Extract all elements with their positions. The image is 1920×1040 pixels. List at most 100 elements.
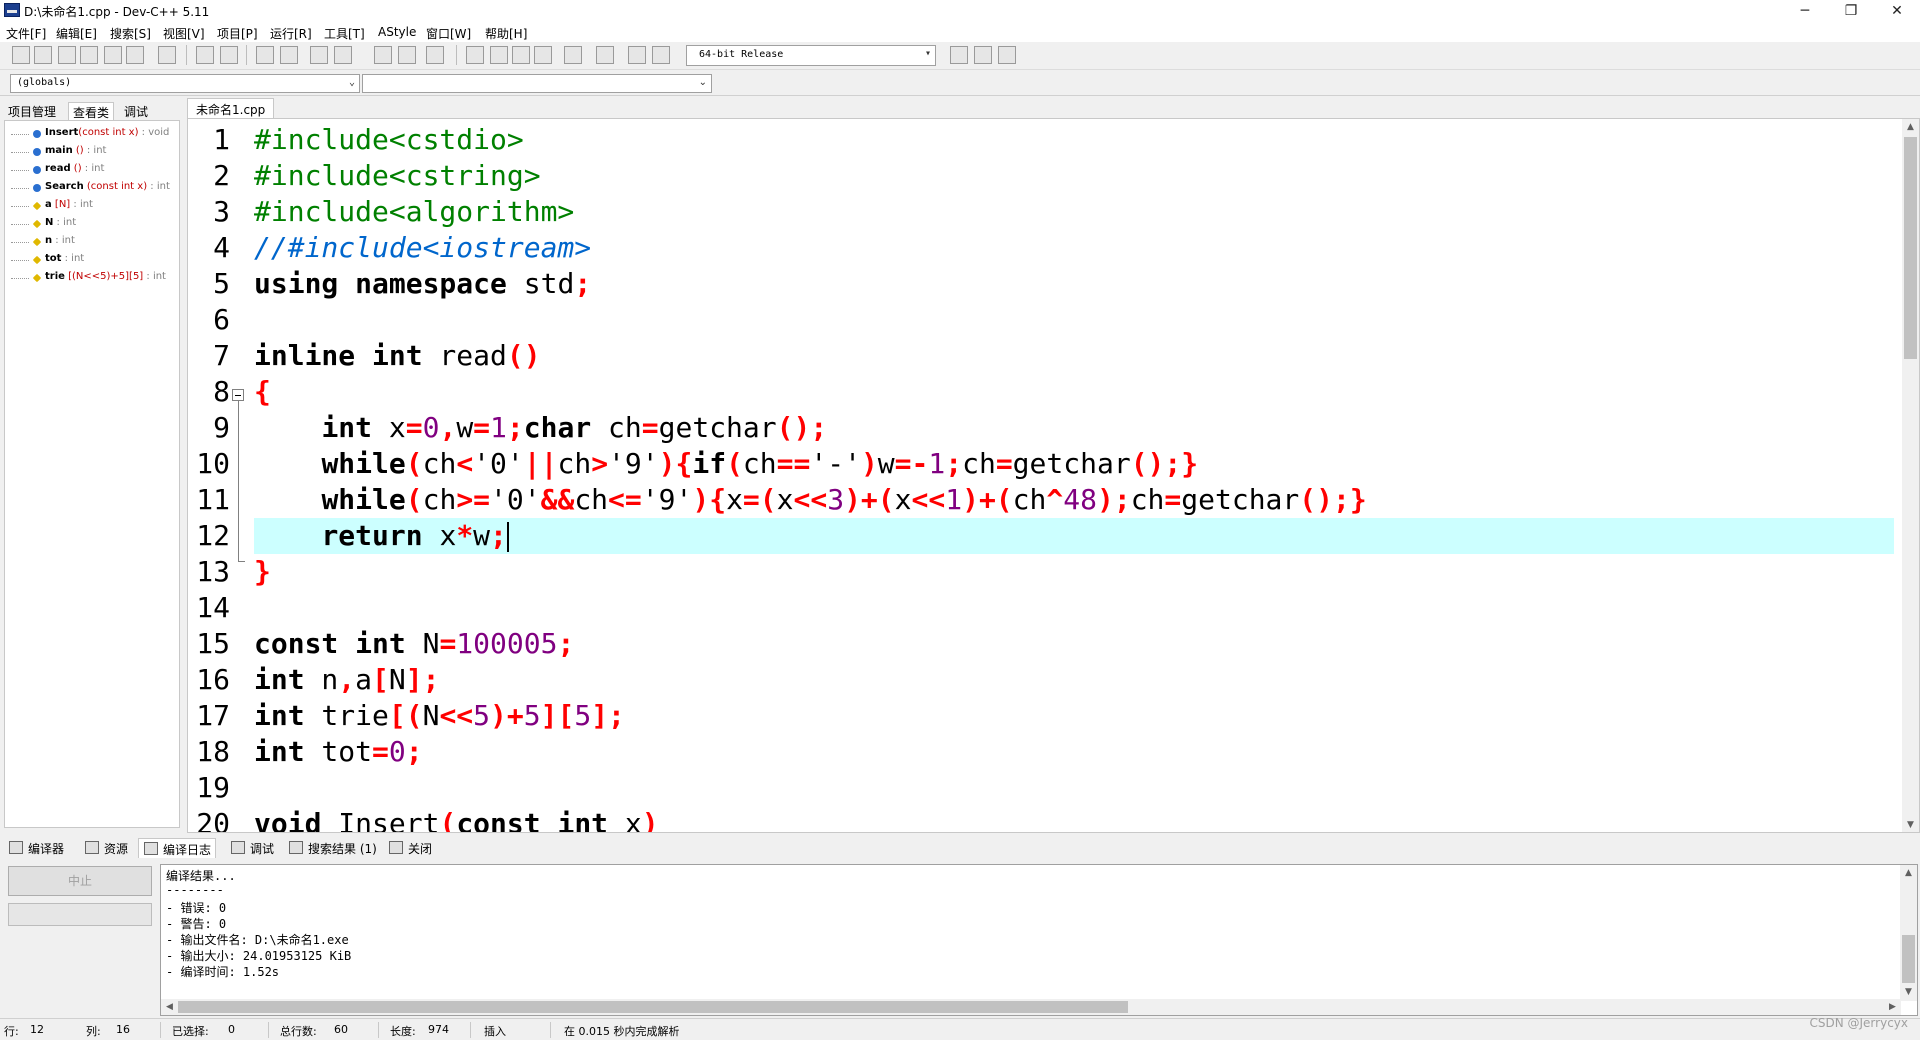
- tab-debug[interactable]: 调试: [120, 102, 152, 120]
- code-token: ){: [692, 483, 727, 516]
- code-line[interactable]: int n,a[N];: [254, 662, 1894, 698]
- scroll-down-icon[interactable]: ▼: [1902, 817, 1919, 832]
- profile-icon[interactable]: [628, 46, 646, 64]
- code-line[interactable]: }: [254, 554, 1894, 590]
- bookmark-icon[interactable]: [998, 46, 1016, 64]
- scroll-up-icon[interactable]: ▲: [1902, 119, 1919, 136]
- code-line[interactable]: using namespace std;: [254, 266, 1894, 302]
- code-token: =: [372, 735, 389, 768]
- bottom-tab[interactable]: 关闭: [384, 838, 436, 858]
- tab-project-manager[interactable]: 项目管理: [4, 102, 60, 120]
- code-token: x: [894, 483, 912, 516]
- tree-line: [11, 278, 29, 279]
- code-line[interactable]: #include<cstring>: [254, 158, 1894, 194]
- find-icon[interactable]: [256, 46, 274, 64]
- function-icon: [33, 166, 41, 174]
- save-icon[interactable]: [58, 46, 76, 64]
- goto-line-icon[interactable]: [334, 46, 352, 64]
- close-file-icon[interactable]: [104, 46, 122, 64]
- print-icon[interactable]: [158, 46, 176, 64]
- find-next-icon[interactable]: [310, 46, 328, 64]
- code-line[interactable]: while(ch<'0'||ch>'9'){if(ch=='-')w=-1;ch…: [254, 446, 1894, 482]
- code-line[interactable]: {: [254, 374, 1894, 410]
- toggle-comment-icon[interactable]: [426, 46, 444, 64]
- code-token: n: [304, 663, 339, 696]
- undo-icon[interactable]: [196, 46, 214, 64]
- bottom-tab[interactable]: 编译器: [4, 838, 68, 858]
- compile-run-icon[interactable]: [512, 46, 530, 64]
- code-line[interactable]: //#include<iostream>: [254, 230, 1894, 266]
- bottom-tab[interactable]: 编译日志: [138, 838, 217, 858]
- minimize-button[interactable]: ─: [1782, 0, 1828, 22]
- member-select[interactable]: ⌄: [362, 74, 712, 93]
- status-separator: [470, 1022, 471, 1038]
- goto-previous-page-icon[interactable]: [950, 46, 968, 64]
- close-all-icon[interactable]: [126, 46, 144, 64]
- tab-class-view[interactable]: 查看类: [68, 102, 115, 120]
- compile-icon[interactable]: [466, 46, 484, 64]
- scroll-down-icon[interactable]: ▼: [1900, 984, 1917, 1001]
- unindent-icon[interactable]: [398, 46, 416, 64]
- code-token: ][: [540, 699, 575, 732]
- editor-scroll-thumb[interactable]: [1904, 137, 1917, 359]
- menu-astyle[interactable]: AStyle: [378, 25, 416, 39]
- menu-tools[interactable]: 工具[T]: [324, 25, 365, 42]
- log-scroll-thumb[interactable]: [1902, 935, 1915, 983]
- menu-project[interactable]: 项目[P]: [217, 25, 258, 42]
- log-hscroll-thumb[interactable]: [178, 1001, 1128, 1013]
- abort-compile-button[interactable]: 中止: [8, 866, 152, 896]
- menu-run[interactable]: 运行[R]: [270, 25, 312, 42]
- goto-next-page-icon[interactable]: [974, 46, 992, 64]
- menu-edit[interactable]: 编辑[E]: [56, 25, 97, 42]
- menu-file[interactable]: 文件[F]: [6, 25, 46, 42]
- code-editor[interactable]: 1 2 3 4 5 6 7 8 9 10 11 12 13 14 15 16 17 18 19 20 #include…: [187, 118, 1920, 833]
- code-line[interactable]: int tot=0;: [254, 734, 1894, 770]
- scroll-right-icon[interactable]: ▶: [1884, 999, 1901, 1016]
- code-line[interactable]: [254, 590, 1894, 626]
- menu-search[interactable]: 搜索[S]: [110, 25, 151, 42]
- bottom-tab[interactable]: 调试: [226, 838, 278, 858]
- code-line[interactable]: [254, 302, 1894, 338]
- code-line[interactable]: int trie[(N<<5)+5][5];: [254, 698, 1894, 734]
- code-line[interactable]: #include<algorithm>: [254, 194, 1894, 230]
- code-line[interactable]: inline int read(): [254, 338, 1894, 374]
- replace-icon[interactable]: [280, 46, 298, 64]
- new-file-icon[interactable]: [12, 46, 30, 64]
- code-line[interactable]: #include<cstdio>: [254, 122, 1894, 158]
- editor-file-tab[interactable]: 未命名1.cpp: [187, 98, 275, 118]
- close-window-button[interactable]: ✕: [1874, 0, 1920, 22]
- code-area[interactable]: #include<cstdio> #include<cstring> #includ…: [254, 119, 1894, 832]
- log-vertical-scrollbar[interactable]: ▲ ▼: [1900, 865, 1917, 1001]
- run-icon[interactable]: [490, 46, 508, 64]
- scroll-left-icon[interactable]: ◀: [161, 999, 178, 1016]
- fold-toggle-icon[interactable]: [232, 389, 244, 401]
- maximize-button[interactable]: ❐: [1828, 0, 1874, 22]
- menu-window[interactable]: 窗口[W]: [426, 25, 471, 42]
- code-token: '0': [473, 447, 524, 480]
- redo-icon[interactable]: [220, 46, 238, 64]
- stop-execution-icon[interactable]: [596, 46, 614, 64]
- bottom-tab[interactable]: 资源: [80, 838, 132, 858]
- code-line[interactable]: void Insert(const int x): [254, 806, 1894, 832]
- code-line[interactable]: while(ch>='0'&&ch<='9'){x=(x<<3)+(x<<1)+…: [254, 482, 1894, 518]
- scroll-up-icon[interactable]: ▲: [1900, 865, 1917, 882]
- scope-select[interactable]: (globals) ⌄: [10, 74, 360, 93]
- menu-help[interactable]: 帮助[H]: [485, 25, 527, 42]
- code-line[interactable]: [254, 770, 1894, 806]
- build-config-select[interactable]: 64-bit Release ▾: [686, 45, 936, 66]
- rebuild-all-icon[interactable]: [534, 46, 552, 64]
- delete-profile-icon[interactable]: [652, 46, 670, 64]
- menu-view[interactable]: 视图[V]: [163, 25, 205, 42]
- indent-icon[interactable]: [374, 46, 392, 64]
- compile-log[interactable]: 编译结果... -------- - 错误: 0 - 警告: 0 - 输出文件名: D:…: [160, 864, 1918, 1016]
- open-file-icon[interactable]: [34, 46, 52, 64]
- save-all-icon[interactable]: [80, 46, 98, 64]
- log-horizontal-scrollbar[interactable]: ◀ ▶: [161, 999, 1901, 1015]
- code-token: );: [1096, 483, 1131, 516]
- code-line[interactable]: int x=0,w=1;char ch=getchar();: [254, 410, 1894, 446]
- editor-vertical-scrollbar[interactable]: ▲ ▼: [1902, 119, 1919, 832]
- bottom-tab[interactable]: 搜索结果 (1): [284, 838, 381, 858]
- current-code-line[interactable]: return x*w;: [254, 518, 1894, 554]
- code-line[interactable]: const int N=100005;: [254, 626, 1894, 662]
- syntax-check-icon[interactable]: [564, 46, 582, 64]
